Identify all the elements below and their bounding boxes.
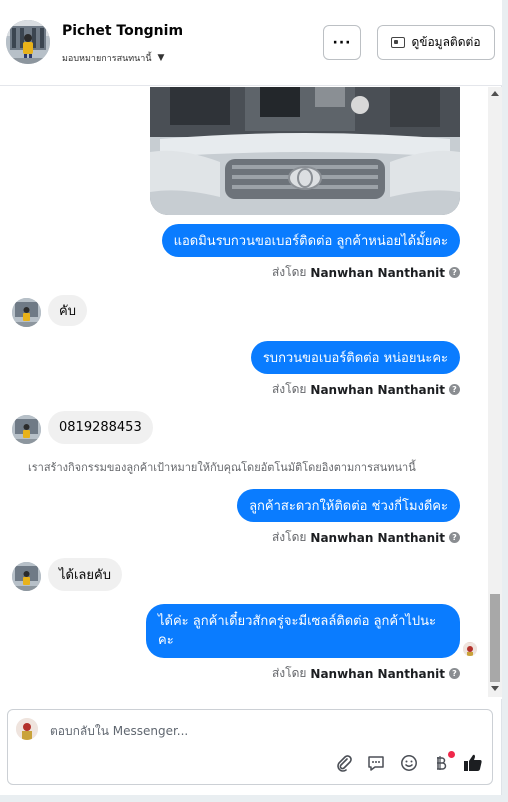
assign-conversation-dropdown[interactable]: มอบหมายการสนทนานี้ ▼ (62, 51, 164, 65)
more-options-button[interactable]: ··· (323, 25, 361, 60)
contact-avatar-small[interactable] (12, 562, 41, 591)
sent-by-label: ส่งโดย Nanwhan Nanthanit ? (272, 380, 460, 399)
sent-by-agent: Nanwhan Nanthanit (310, 382, 445, 397)
incoming-message[interactable]: 0819288453 (48, 411, 153, 444)
saved-reply-icon[interactable] (365, 752, 387, 774)
message-text: รบกวนขอเบอร์ติดต่อ หน่อยนะคะ (262, 351, 448, 366)
like-icon[interactable] (462, 752, 484, 774)
seen-avatar (463, 642, 477, 656)
help-icon[interactable]: ? (449, 668, 460, 679)
message-text-line: ได้ค่ะ ลูกค้าเดี๋ยวสักครู่จะมีเซลล์ติดต่… (158, 614, 437, 629)
outgoing-message[interactable]: รบกวนขอเบอร์ติดต่อ หน่อยนะคะ (250, 341, 460, 374)
contact-name[interactable]: Pichet Tongnim (62, 23, 183, 39)
emoji-icon[interactable] (398, 752, 420, 774)
message-text: คับ (59, 304, 76, 319)
scroll-up-arrow-icon[interactable] (491, 91, 499, 96)
sent-by-label: ส่งโดย Nanwhan Nanthanit ? (272, 664, 460, 683)
help-icon[interactable]: ? (449, 267, 460, 278)
contact-avatar[interactable] (6, 20, 50, 64)
sent-by-prefix: ส่งโดย (271, 265, 307, 279)
notification-dot (448, 751, 455, 758)
outgoing-message[interactable]: ลูกค้าสะดวกให้ติดต่อ ช่วงกี่โมงดีคะ (237, 489, 460, 522)
incoming-message[interactable]: คับ (48, 295, 87, 326)
message-text: ลูกค้าสะดวกให้ติดต่อ ช่วงกี่โมงดีคะ (249, 499, 448, 514)
scrollbar-thumb[interactable] (490, 594, 500, 682)
system-note: เราสร้างกิจกรรมของลูกค้าเป้าหมายให้กับคุ… (28, 461, 416, 474)
sent-by-prefix: ส่งโดย (271, 666, 307, 680)
agent-avatar (16, 718, 38, 740)
contact-avatar-small[interactable] (12, 415, 41, 444)
reply-composer (7, 709, 493, 785)
message-text-line: คะ (158, 633, 174, 648)
assign-label: มอบหมายการสนทนานี้ (62, 54, 152, 64)
scroll-down-arrow-icon[interactable] (491, 686, 499, 691)
scrollbar[interactable] (488, 87, 502, 697)
view-contact-info-label: ดูข้อมูลติดต่อ (411, 35, 481, 49)
message-text: ได้เลยคับ (59, 568, 111, 583)
sent-by-prefix: ส่งโดย (271, 530, 307, 544)
sent-by-label: ส่งโดย Nanwhan Nanthanit ? (272, 528, 460, 547)
attached-photo[interactable] (150, 87, 460, 215)
help-icon[interactable]: ? (449, 384, 460, 395)
sent-by-agent: Nanwhan Nanthanit (310, 265, 445, 280)
message-list[interactable]: แอดมินรบกวนขอเบอร์ติดต่อ ลูกค้าหน่อยได้ม… (0, 87, 502, 699)
view-contact-info-button[interactable]: ดูข้อมูลติดต่อ (377, 25, 495, 60)
message-text: 0819288453 (59, 420, 142, 435)
conversation-panel: Pichet Tongnim มอบหมายการสนทนานี้ ▼ ··· … (0, 0, 502, 795)
sent-by-prefix: ส่งโดย (271, 382, 307, 396)
card-icon (391, 37, 406, 48)
message-text: แอดมินรบกวนขอเบอร์ติดต่อ ลูกค้าหน่อยได้ม… (173, 234, 448, 249)
conversation-header: Pichet Tongnim มอบหมายการสนทนานี้ ▼ ··· … (0, 0, 502, 86)
sent-by-label: ส่งโดย Nanwhan Nanthanit ? (272, 263, 460, 282)
outgoing-message[interactable]: แอดมินรบกวนขอเบอร์ติดต่อ ลูกค้าหน่อยได้ม… (161, 224, 460, 257)
reply-input[interactable] (50, 724, 430, 738)
help-icon[interactable]: ? (449, 532, 460, 543)
incoming-message[interactable]: ได้เลยคับ (48, 558, 122, 591)
sent-by-agent: Nanwhan Nanthanit (310, 666, 445, 681)
outgoing-message[interactable]: ได้ค่ะ ลูกค้าเดี๋ยวสักครู่จะมีเซลล์ติดต่… (146, 604, 460, 658)
contact-avatar-small[interactable] (12, 298, 41, 327)
caret-down-icon: ▼ (157, 53, 165, 63)
attachment-icon[interactable] (333, 752, 355, 774)
sent-by-agent: Nanwhan Nanthanit (310, 530, 445, 545)
